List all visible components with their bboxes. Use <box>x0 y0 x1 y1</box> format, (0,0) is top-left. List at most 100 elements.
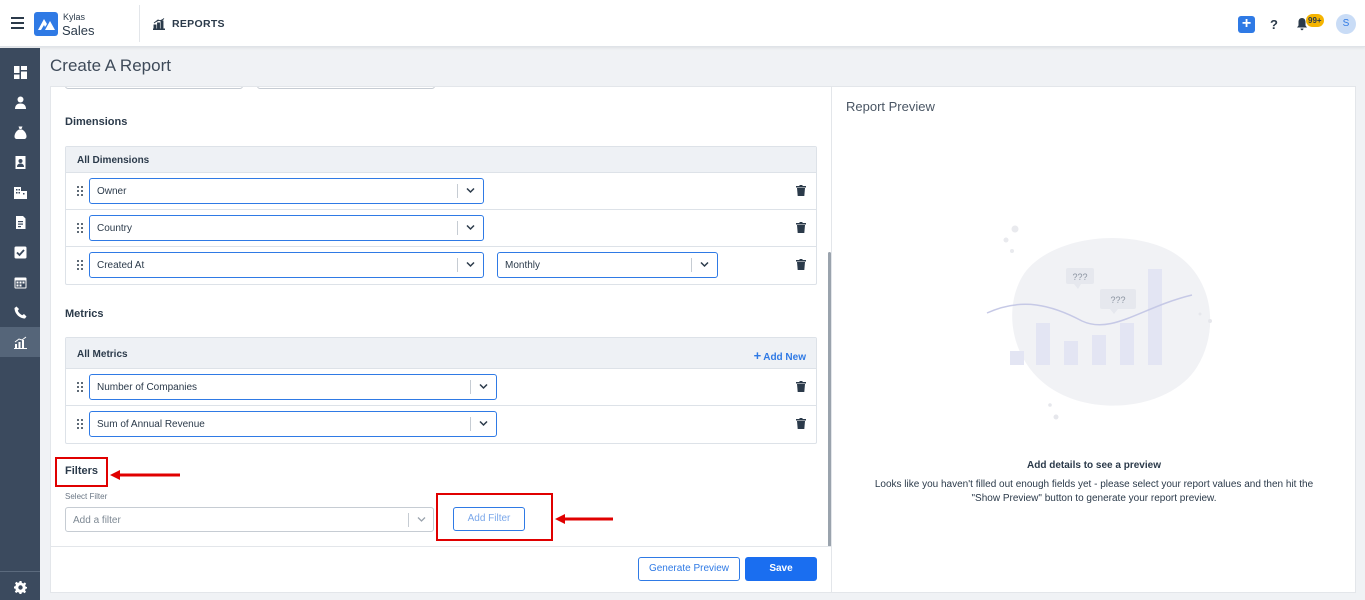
metrics-group: All Metrics + Add New Number of Companies… <box>65 337 817 444</box>
sidebar-item-deals[interactable] <box>0 117 40 147</box>
chevron-down-icon <box>417 517 426 522</box>
footer-divider <box>51 546 831 547</box>
select-divider <box>457 184 458 198</box>
chevron-down-icon <box>466 187 475 194</box>
dimensions-group: All Dimensions Owner Country Created At <box>65 146 817 285</box>
report-preview-panel: Report Preview ??? ??? Add details to se… <box>832 86 1356 593</box>
trash-icon[interactable] <box>796 185 806 196</box>
arrow-left-icon <box>110 470 180 480</box>
dimension-select-value: Country <box>97 223 133 234</box>
metrics-title: Metrics <box>65 308 104 320</box>
brand-name: Kylas <box>63 12 86 22</box>
dimension-select-value: Created At <box>97 260 145 271</box>
filters-highlight-box <box>55 457 108 487</box>
dimension-row: Created At Monthly <box>66 247 816 284</box>
select-divider <box>408 513 409 527</box>
report-name-field[interactable] <box>65 87 243 89</box>
plus-icon[interactable]: + <box>1238 16 1255 33</box>
section-title: REPORTS <box>172 18 225 30</box>
select-divider <box>457 221 458 235</box>
chevron-down-icon <box>700 261 709 268</box>
arrow-left-icon <box>555 514 613 524</box>
deals-icon <box>14 126 26 139</box>
trash-icon[interactable] <box>796 222 806 233</box>
dashboard-icon <box>13 65 27 79</box>
empty-chart-illustration: ??? ??? <box>986 225 1212 420</box>
metrics-header: All Metrics + Add New <box>66 338 816 369</box>
avatar[interactable]: S <box>1336 14 1356 34</box>
calendar-icon <box>14 277 26 288</box>
add-filter-highlight-box <box>436 493 553 541</box>
select-divider <box>470 417 471 431</box>
select-divider <box>691 258 692 272</box>
settings-icon <box>13 580 27 594</box>
report-entity-field[interactable] <box>257 87 435 89</box>
drag-handle-icon[interactable] <box>77 419 83 429</box>
chevron-down-icon <box>479 420 488 427</box>
dimensions-header: All Dimensions <box>66 147 816 173</box>
reports-icon <box>153 18 165 30</box>
metric-select[interactable]: Sum of Annual Revenue <box>89 411 497 437</box>
add-new-metric-button[interactable]: + Add New <box>754 348 806 363</box>
brand-product: Sales <box>62 23 95 38</box>
top-bar: Kylas Sales REPORTS + ? 99+ S <box>0 0 1365 47</box>
metric-select-value: Number of Companies <box>97 382 198 393</box>
dimension-select[interactable]: Created At <box>89 252 484 278</box>
reports-icon <box>13 336 27 349</box>
sidebar-item-calls[interactable] <box>0 297 40 327</box>
sidebar-item-quotes[interactable] <box>0 207 40 237</box>
filter-placeholder: Add a filter <box>73 515 121 526</box>
trash-icon[interactable] <box>796 381 806 392</box>
date-grouping-value: Monthly <box>505 260 541 271</box>
dimension-row: Country <box>66 210 816 247</box>
save-button[interactable]: Save <box>745 557 817 581</box>
tasks-icon <box>14 246 26 258</box>
trash-icon[interactable] <box>796 418 806 429</box>
contacts-icon <box>14 96 26 109</box>
kylas-logo[interactable] <box>34 12 58 36</box>
select-divider <box>457 258 458 272</box>
quotes-icon <box>15 215 25 229</box>
leads-icon <box>15 155 25 169</box>
sidebar-item-tasks[interactable] <box>0 237 40 267</box>
sidebar-item-settings[interactable] <box>0 572 40 600</box>
preview-description: Looks like you haven't filled out enough… <box>874 479 1314 504</box>
select-filter-label: Select Filter <box>65 492 108 501</box>
dimension-select[interactable]: Owner <box>89 178 484 204</box>
metric-select[interactable]: Number of Companies <box>89 374 497 400</box>
chevron-down-icon <box>466 261 475 268</box>
companies-icon <box>13 186 27 199</box>
sidebar-item-companies[interactable] <box>0 177 40 207</box>
notification-badge: 99+ <box>1306 14 1324 27</box>
dimension-row: Owner <box>66 173 816 210</box>
drag-handle-icon[interactable] <box>77 382 83 392</box>
sidebar-item-calendar[interactable] <box>0 267 40 297</box>
form-scrollbar[interactable] <box>828 252 831 547</box>
preview-heading: Add details to see a preview <box>1027 460 1161 471</box>
sidebar-item-contacts[interactable] <box>0 87 40 117</box>
page-title: Create A Report <box>50 56 171 75</box>
sidebar-item-dashboard[interactable] <box>0 57 40 87</box>
drag-handle-icon[interactable] <box>77 260 83 270</box>
plus-icon: + <box>753 348 762 363</box>
metric-row: Sum of Annual Revenue <box>66 406 816 443</box>
select-divider <box>470 380 471 394</box>
sidebar-item-reports[interactable] <box>0 327 40 357</box>
hamburger-icon[interactable] <box>11 17 24 29</box>
trash-icon[interactable] <box>796 259 806 270</box>
dimensions-title: Dimensions <box>65 116 128 128</box>
help-icon[interactable]: ? <box>1270 17 1278 32</box>
preview-title: Report Preview <box>846 99 935 114</box>
date-grouping-select[interactable]: Monthly <box>497 252 718 278</box>
generate-preview-button[interactable]: Generate Preview <box>638 557 740 581</box>
chevron-down-icon <box>479 383 488 390</box>
calls-icon <box>14 306 26 318</box>
speech-bubble-text: ??? <box>1072 272 1087 282</box>
drag-handle-icon[interactable] <box>77 223 83 233</box>
drag-handle-icon[interactable] <box>77 186 83 196</box>
dimension-select[interactable]: Country <box>89 215 484 241</box>
filter-select[interactable]: Add a filter <box>65 507 434 532</box>
add-new-label: Add New <box>763 352 806 363</box>
metrics-header-label: All Metrics <box>77 349 128 360</box>
sidebar-item-leads[interactable] <box>0 147 40 177</box>
